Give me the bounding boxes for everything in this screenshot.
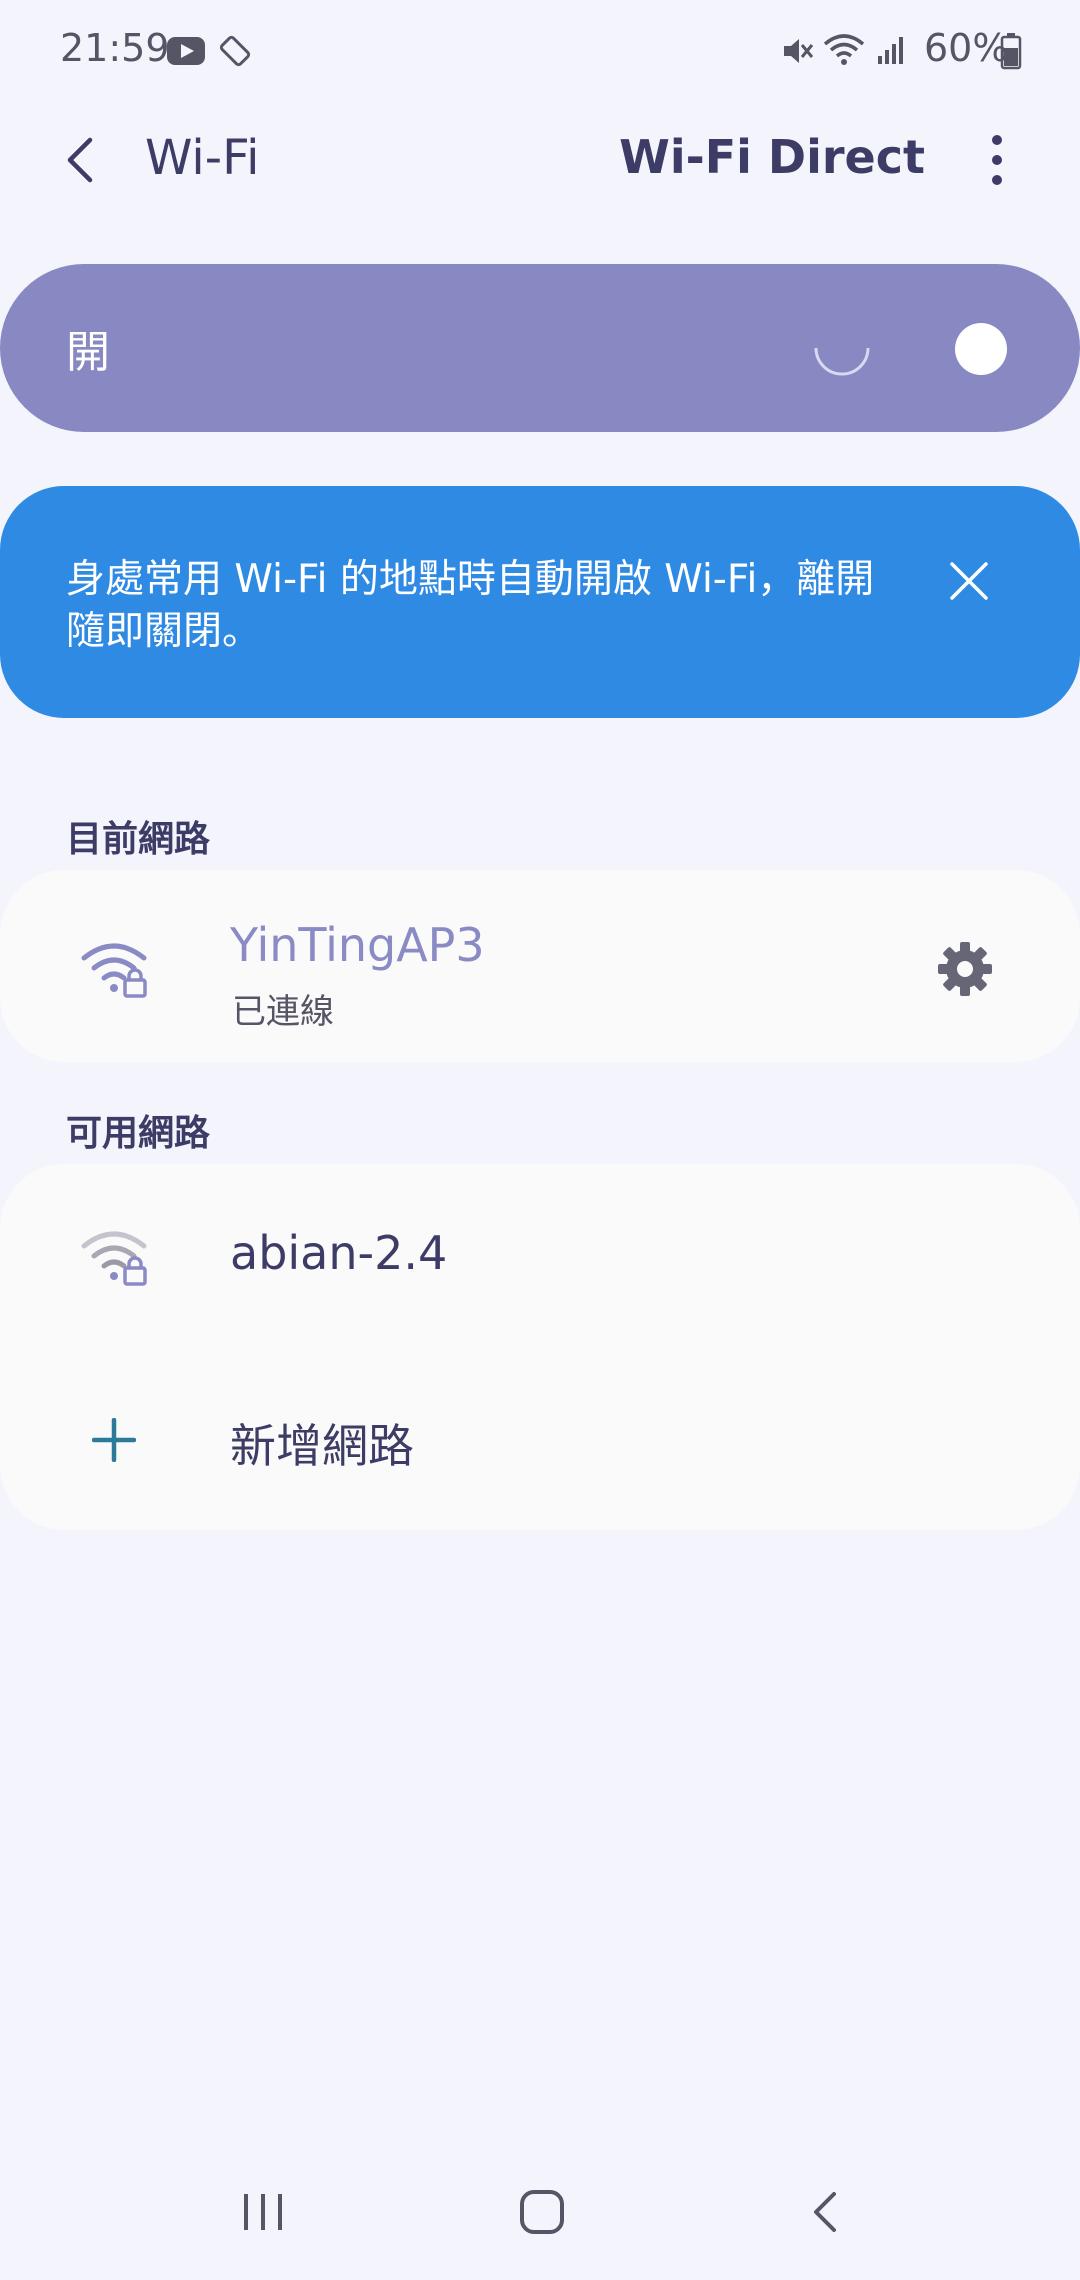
loading-spinner-icon	[814, 347, 870, 376]
auto-rotate-icon	[219, 35, 251, 67]
wifi-toggle-switch[interactable]	[955, 323, 1007, 375]
wifi-lock-icon	[81, 943, 147, 998]
status-bar: 21:59 60%	[0, 0, 1080, 100]
add-network-button[interactable]	[0, 1354, 1080, 1530]
network-name: abian-2.4	[230, 1226, 448, 1280]
connected-status: 已連線	[232, 992, 334, 1032]
network-item-abian[interactable]	[0, 1164, 1080, 1354]
current-network-card[interactable]	[0, 870, 1080, 1062]
close-icon[interactable]	[946, 558, 992, 604]
connected-network-name: YinTingAP3	[230, 918, 485, 972]
available-networks-header: 可用網路	[66, 1113, 211, 1154]
battery-icon	[1000, 33, 1022, 70]
wifi-lock-icon	[81, 1231, 147, 1286]
signal-icon	[878, 37, 903, 64]
more-options-icon[interactable]	[982, 130, 1012, 190]
current-network-header: 目前網路	[66, 819, 211, 860]
wifi-toggle-card[interactable]: 開	[0, 264, 1080, 432]
nav-back-icon[interactable]	[806, 2190, 846, 2234]
banner-text: 身處常用 Wi-Fi 的地點時自動開啟 Wi-Fi，離開隨即關閉。	[66, 557, 875, 654]
plus-icon	[92, 1418, 136, 1462]
wifi-direct-button[interactable]: Wi-Fi Direct	[619, 130, 925, 184]
mute-icon	[784, 39, 814, 63]
wifi-icon	[823, 34, 865, 65]
youtube-icon	[167, 37, 205, 65]
app-bar: Wi-Fi Wi-Fi Direct	[0, 100, 1080, 220]
settings-gear-icon[interactable]	[936, 940, 994, 998]
page-title: Wi-Fi	[145, 130, 260, 186]
auto-wifi-banner: 身處常用 Wi-Fi 的地點時自動開啟 Wi-Fi，離開隨即關閉。	[0, 486, 1080, 718]
battery-percent: 60%	[924, 26, 1009, 70]
home-icon[interactable]	[518, 2188, 568, 2236]
toggle-label: 開	[66, 327, 110, 378]
add-network-label: 新增網路	[230, 1419, 414, 1473]
back-button[interactable]	[52, 130, 112, 190]
recent-apps-icon[interactable]	[238, 2190, 288, 2234]
status-time: 21:59	[60, 26, 170, 70]
